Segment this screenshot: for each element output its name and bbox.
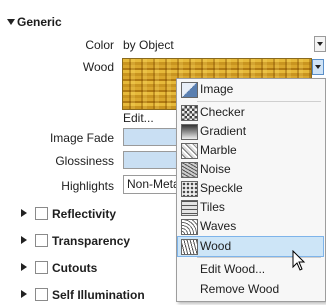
menu-item-label: Tiles [200, 200, 225, 214]
wood-icon [181, 239, 198, 255]
section-label: Reflectivity [52, 207, 117, 221]
menu-separator [197, 101, 321, 102]
image-fade-label: Image Fade [49, 131, 114, 145]
checker-icon [181, 105, 198, 121]
menu-item-noise[interactable]: Noise [178, 160, 323, 179]
expand-arrow-icon [21, 290, 27, 298]
menu-item-label: Image [200, 82, 234, 96]
menu-item-remove-wood[interactable]: Remove Wood [178, 280, 323, 299]
color-value: by Object [123, 38, 174, 52]
highlights-value: Non-Meta [127, 177, 177, 191]
color-label: Color [85, 38, 114, 52]
cutouts-checkbox[interactable] [35, 261, 48, 274]
image-icon [181, 82, 198, 98]
section-label: Transparency [52, 234, 131, 248]
wood-label: Wood [82, 60, 114, 74]
expand-arrow-icon [21, 209, 27, 217]
self-illumination-checkbox[interactable] [35, 288, 48, 301]
menu-item-speckle[interactable]: Speckle [178, 179, 323, 198]
menu-item-marble[interactable]: Marble [178, 141, 323, 160]
menu-item-checker[interactable]: Checker [178, 103, 323, 122]
menu-item-label: Checker [200, 105, 245, 119]
section-title-generic[interactable]: Generic [17, 15, 62, 29]
menu-item-gradient[interactable]: Gradient [178, 122, 323, 141]
marble-icon [181, 143, 198, 159]
highlights-label: Highlights [61, 179, 114, 193]
edit-button[interactable]: Edit... [123, 111, 154, 125]
section-label: Cutouts [52, 261, 98, 275]
speckle-icon [181, 181, 198, 197]
color-dropdown-button[interactable] [314, 36, 326, 52]
section-label: Self Illumination [52, 288, 145, 302]
section-transparency[interactable]: Transparency [0, 232, 175, 250]
menu-item-label: Wood [200, 239, 232, 253]
menu-item-image[interactable]: Image [178, 80, 323, 99]
menu-item-waves[interactable]: Waves [178, 217, 323, 236]
menu-item-label: Gradient [200, 124, 247, 138]
gradient-icon [181, 124, 198, 140]
tiles-icon [181, 200, 198, 216]
wood-dropdown-button[interactable] [312, 59, 324, 75]
image-fade-slider[interactable] [123, 128, 177, 146]
menu-item-label: Remove Wood [200, 282, 280, 296]
menu-item-label: Noise [200, 162, 231, 176]
mouse-cursor-icon [292, 250, 306, 271]
transparency-checkbox[interactable] [35, 234, 48, 247]
menu-item-label: Marble [200, 143, 237, 157]
expand-arrow-icon [21, 236, 27, 244]
menu-item-label: Edit Wood... [200, 262, 266, 276]
section-cutouts[interactable]: Cutouts [0, 259, 175, 277]
section-self-illumination[interactable]: Self Illumination [0, 286, 175, 304]
glossiness-slider[interactable] [123, 151, 177, 169]
expand-arrow-icon [21, 263, 27, 271]
noise-icon [181, 162, 198, 178]
menu-item-label: Waves [200, 219, 237, 233]
menu-item-label: Speckle [200, 181, 243, 195]
reflectivity-checkbox[interactable] [35, 207, 48, 220]
glossiness-label: Glossiness [55, 154, 114, 168]
menu-item-tiles[interactable]: Tiles [178, 198, 323, 217]
highlights-select[interactable]: Non-Meta [123, 175, 177, 194]
collapse-arrow-icon[interactable] [7, 19, 15, 25]
section-reflectivity[interactable]: Reflectivity [0, 205, 175, 223]
waves-icon [181, 219, 198, 235]
